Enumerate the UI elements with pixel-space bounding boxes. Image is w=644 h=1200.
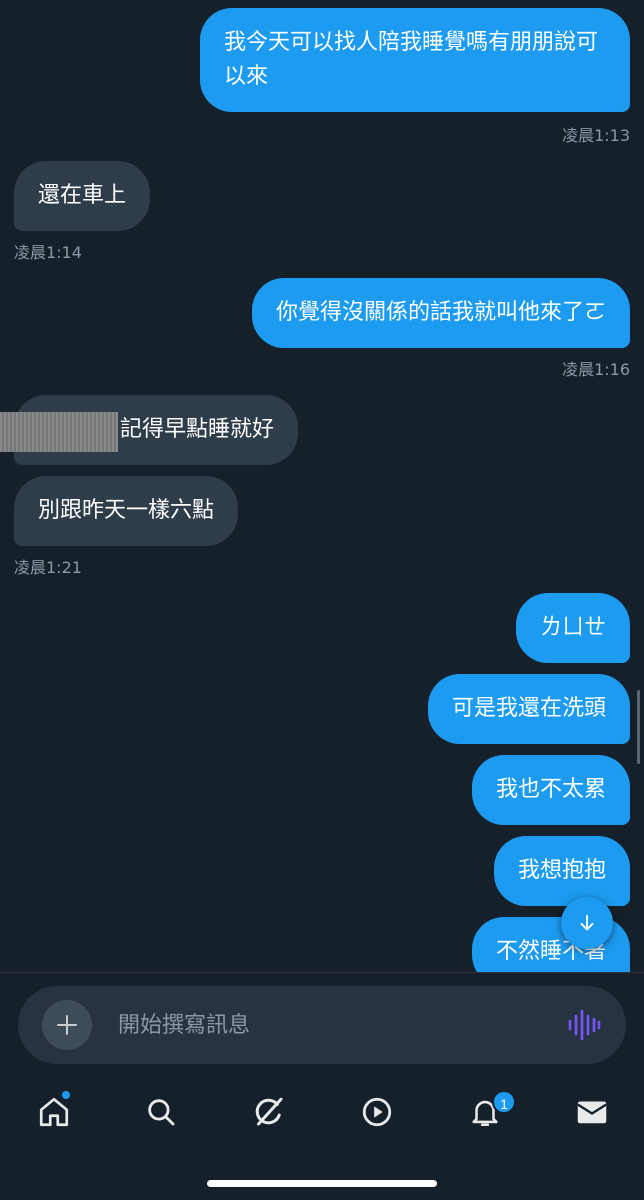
tab-search[interactable] [137,1090,185,1134]
voice-message-icon[interactable] [566,1008,602,1042]
redaction-overlay [0,412,118,452]
bottom-tab-bar: 1 [0,1076,644,1150]
message-text: 記得早點睡就好 [120,417,275,442]
message-bubble-outgoing[interactable]: 我也不太累 [471,755,630,825]
notification-badge: 1 [492,1090,516,1114]
message-text: 可是我還在洗頭 [451,696,606,721]
message-bubble-outgoing[interactable]: 你覺得沒關係的話我就叫他來了ㄛ [251,278,630,348]
home-indicator[interactable] [207,1180,437,1187]
slash-circle-icon [255,1097,283,1126]
message-timestamp: 凌晨1:14 [14,243,82,262]
message-bubble-outgoing[interactable]: ㄌㄩㄝ [515,593,630,663]
message-text: 我想抱抱 [517,858,606,883]
message-text: 我也不太累 [495,777,606,802]
message-text: 你覺得沒關係的話我就叫他來了ㄛ [275,300,606,325]
message-composer [18,986,626,1064]
message-bubble-incoming[interactable]: 還在車上 [14,161,151,231]
scrollbar[interactable] [637,690,640,764]
envelope-icon [577,1101,607,1124]
tab-grok[interactable] [245,1090,293,1134]
play-icon [362,1097,392,1127]
message-bubble-outgoing[interactable]: 可是我還在洗頭 [427,674,630,744]
notification-dot [61,1090,71,1100]
message-text: 別跟昨天一樣六點 [38,498,215,523]
message-input[interactable] [118,1008,538,1042]
tab-home[interactable] [30,1090,78,1134]
message-bubble-outgoing[interactable]: 我今天可以找人陪我睡覺嗎有朋朋說可以來 [200,8,630,112]
message-text: 我今天可以找人陪我睡覺嗎有朋朋說可以來 [224,30,599,89]
tab-video[interactable] [353,1090,401,1134]
plus-icon [57,1015,77,1035]
message-timestamp: 凌晨1:13 [562,126,630,145]
divider [0,972,644,973]
conversation: 我今天可以找人陪我睡覺嗎有朋朋說可以來 凌晨1:13 還在車上 凌晨1:14 你… [0,0,644,972]
scroll-to-bottom-button[interactable] [561,897,613,949]
message-text: ㄌㄩㄝ [539,615,606,640]
message-bubble-incoming[interactable]: 別跟昨天一樣六點 [14,476,239,546]
message-text: 還在車上 [38,183,127,208]
message-timestamp: 凌晨1:21 [14,558,82,577]
message-bubble-outgoing[interactable]: 我想抱抱 [493,836,630,906]
add-attachment-button[interactable] [42,1000,92,1050]
arrow-down-icon [580,914,594,931]
tab-messages[interactable] [568,1090,616,1134]
message-timestamp: 凌晨1:16 [562,360,630,379]
search-icon [148,1099,175,1126]
